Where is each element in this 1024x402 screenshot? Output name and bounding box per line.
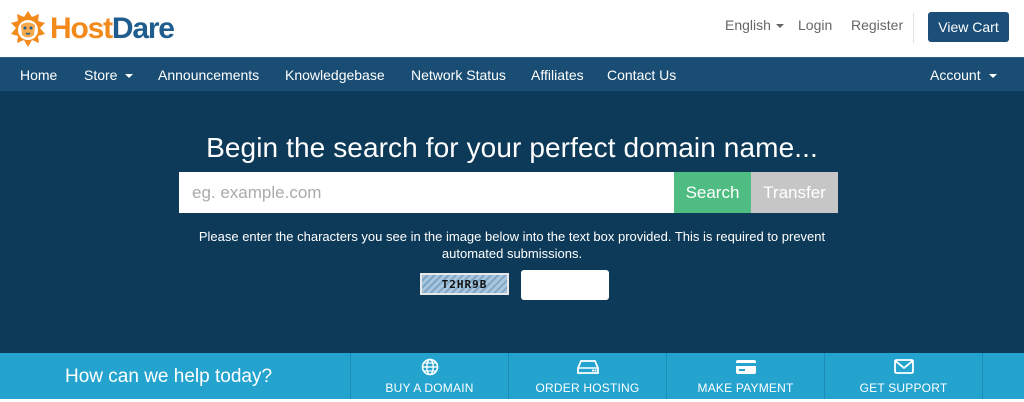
nav-item-account[interactable]: Account xyxy=(930,67,997,83)
buy-domain-link[interactable]: BUY A DOMAIN xyxy=(350,353,508,399)
view-cart-button[interactable]: View Cart xyxy=(928,12,1009,42)
help-bar: How can we help today? BUY A DOMAIN ORDE… xyxy=(0,353,1024,399)
nav-item-contact-us[interactable]: Contact Us xyxy=(607,67,676,83)
logo-dare-text: Dare xyxy=(111,12,175,45)
nav-item-store-label: Store xyxy=(84,67,118,83)
main-nav: Home Store Announcements Knowledgebase N… xyxy=(0,57,1024,91)
nav-item-knowledgebase[interactable]: Knowledgebase xyxy=(285,67,385,83)
nav-item-home[interactable]: Home xyxy=(20,67,57,83)
caret-down-icon xyxy=(125,74,134,79)
language-label: English xyxy=(725,17,771,33)
header-divider xyxy=(913,13,914,43)
make-payment-link[interactable]: MAKE PAYMENT xyxy=(666,353,824,399)
make-payment-label: MAKE PAYMENT xyxy=(697,381,794,395)
hostdare-logo[interactable]: HostDare xyxy=(8,8,175,50)
help-bar-divider xyxy=(982,353,983,399)
nav-item-network-status[interactable]: Network Status xyxy=(411,67,506,83)
caret-down-icon xyxy=(988,74,997,79)
globe-icon xyxy=(421,358,439,375)
lion-logo-icon xyxy=(11,11,45,47)
site-header: HostDare English Login Register View Car… xyxy=(0,0,1024,57)
transfer-button[interactable]: Transfer xyxy=(751,172,838,213)
register-link[interactable]: Register xyxy=(851,17,903,33)
captcha-image: T2HR9B xyxy=(420,273,509,295)
nav-item-account-label: Account xyxy=(930,67,981,83)
hero-title: Begin the search for your perfect domain… xyxy=(206,132,818,163)
get-support-link[interactable]: GET SUPPORT xyxy=(824,353,982,399)
help-prompt: How can we help today? xyxy=(65,366,273,387)
login-link[interactable]: Login xyxy=(798,17,832,33)
captcha-code: T2HR9B xyxy=(441,277,488,291)
nav-item-store[interactable]: Store xyxy=(84,67,134,83)
language-selector[interactable]: English xyxy=(725,17,784,33)
credit-card-icon xyxy=(735,358,757,375)
nav-item-affiliates[interactable]: Affiliates xyxy=(531,67,584,83)
caret-down-icon xyxy=(775,24,784,29)
search-button[interactable]: Search xyxy=(674,172,751,213)
buy-domain-label: BUY A DOMAIN xyxy=(385,381,474,395)
server-icon xyxy=(576,358,599,375)
get-support-label: GET SUPPORT xyxy=(859,381,948,395)
captcha-input[interactable] xyxy=(521,270,609,300)
captcha-instructions: Please enter the characters you see in t… xyxy=(198,229,826,261)
domain-search-hero: Begin the search for your perfect domain… xyxy=(0,91,1024,353)
domain-search-input[interactable] xyxy=(179,172,674,213)
order-hosting-label: ORDER HOSTING xyxy=(535,381,640,395)
order-hosting-link[interactable]: ORDER HOSTING xyxy=(508,353,666,399)
logo-host-text: Host xyxy=(50,12,113,45)
envelope-icon xyxy=(893,358,914,375)
logo-wordmark: HostDare xyxy=(50,12,175,45)
nav-item-announcements[interactable]: Announcements xyxy=(158,67,259,83)
